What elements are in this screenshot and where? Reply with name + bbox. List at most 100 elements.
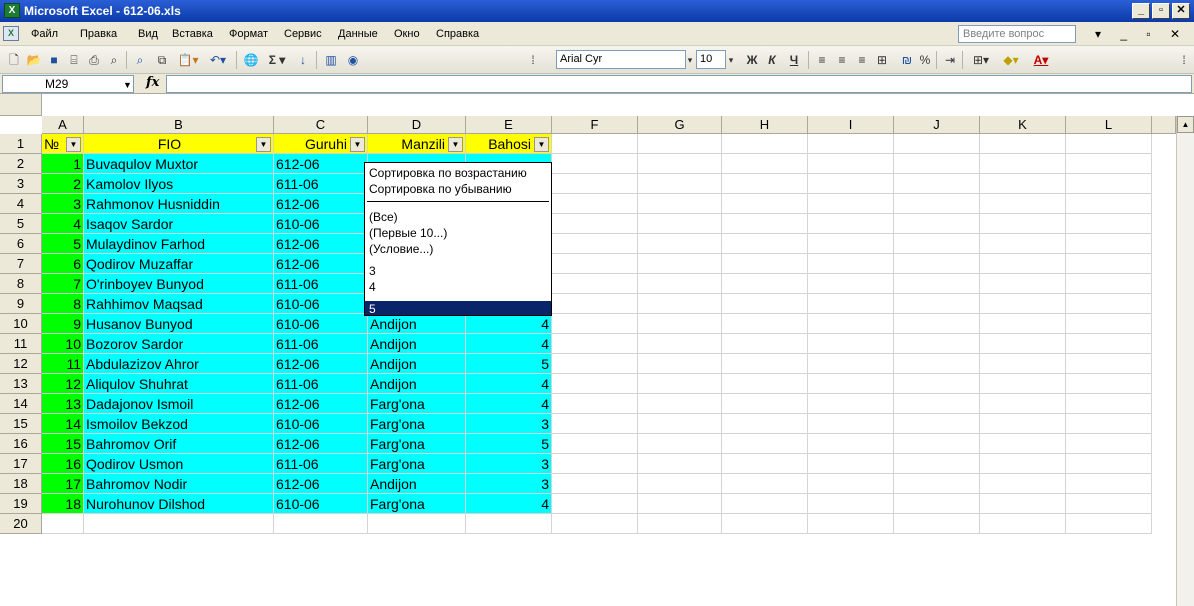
- cell-number[interactable]: 10: [42, 334, 84, 354]
- fill-color-icon[interactable]: ◆▾: [998, 51, 1024, 69]
- cell[interactable]: [894, 234, 980, 254]
- cell[interactable]: [722, 254, 808, 274]
- hyperlink-icon[interactable]: 🌐: [242, 51, 260, 69]
- cell-address[interactable]: Andijon: [368, 474, 466, 494]
- cell-address[interactable]: Farg'ona: [368, 434, 466, 454]
- cell-fio[interactable]: Qodirov Usmon: [84, 454, 274, 474]
- cell[interactable]: [1066, 474, 1152, 494]
- cell-address[interactable]: Farg'ona: [368, 494, 466, 514]
- help-icon[interactable]: ◉: [344, 51, 362, 69]
- indent-icon[interactable]: ⇥: [942, 51, 958, 69]
- cell[interactable]: [638, 334, 722, 354]
- cell-number[interactable]: 16: [42, 454, 84, 474]
- cell-address[interactable]: Andijon: [368, 374, 466, 394]
- column-header-g[interactable]: G: [638, 116, 722, 134]
- toolbar-options-icon[interactable]: ⁞: [526, 51, 540, 69]
- print-preview-icon[interactable]: ⌕: [106, 51, 122, 69]
- cell[interactable]: [552, 354, 638, 374]
- cell[interactable]: [1066, 334, 1152, 354]
- cell-grade[interactable]: 3: [466, 474, 552, 494]
- cell[interactable]: [1066, 354, 1152, 374]
- cell-fio[interactable]: Buvaqulov Muxtor: [84, 154, 274, 174]
- cell[interactable]: [1066, 134, 1152, 154]
- cell[interactable]: [894, 134, 980, 154]
- cell[interactable]: [808, 374, 894, 394]
- cell[interactable]: [552, 314, 638, 334]
- filter-option-5[interactable]: 5: [369, 301, 376, 315]
- column-header-l[interactable]: L: [1066, 116, 1152, 134]
- cell[interactable]: [274, 514, 368, 534]
- name-box-dropdown-icon[interactable]: ▼: [123, 80, 132, 90]
- column-header-j[interactable]: J: [894, 116, 980, 134]
- cell[interactable]: [638, 174, 722, 194]
- percent-icon[interactable]: %: [918, 51, 932, 69]
- cell[interactable]: [638, 274, 722, 294]
- copy-icon[interactable]: ⧉: [154, 51, 170, 69]
- cell[interactable]: [808, 414, 894, 434]
- cell[interactable]: [722, 294, 808, 314]
- cell[interactable]: [722, 374, 808, 394]
- cell[interactable]: [552, 414, 638, 434]
- autofilter-arrow-icon[interactable]: ▼: [448, 137, 463, 152]
- close-button[interactable]: ✕: [1172, 3, 1190, 19]
- bold-button[interactable]: Ж: [744, 51, 760, 69]
- cell[interactable]: [894, 274, 980, 294]
- cell-group[interactable]: 611-06: [274, 334, 368, 354]
- cell[interactable]: [808, 394, 894, 414]
- sort-ascending-icon[interactable]: ↓: [294, 51, 312, 69]
- cell[interactable]: [894, 414, 980, 434]
- cell[interactable]: [552, 134, 638, 154]
- cell[interactable]: [1066, 254, 1152, 274]
- cell[interactable]: [638, 294, 722, 314]
- cell[interactable]: [894, 454, 980, 474]
- cell-address[interactable]: Farg'ona: [368, 454, 466, 474]
- cell-group[interactable]: 610-06: [274, 414, 368, 434]
- cell[interactable]: [722, 194, 808, 214]
- cell[interactable]: [722, 214, 808, 234]
- cell-fio[interactable]: Mulaydinov Farhod: [84, 234, 274, 254]
- cell[interactable]: [638, 154, 722, 174]
- cell[interactable]: [368, 514, 466, 534]
- row-header-8[interactable]: 8: [0, 274, 42, 294]
- header-cell-manzili[interactable]: Manzili ▼: [368, 134, 466, 154]
- cell-group[interactable]: 612-06: [274, 474, 368, 494]
- cell-grade[interactable]: 3: [466, 414, 552, 434]
- cell[interactable]: [894, 354, 980, 374]
- minimize-button[interactable]: _: [1132, 3, 1150, 19]
- cell-fio[interactable]: Qodirov Muzaffar: [84, 254, 274, 274]
- cell[interactable]: [808, 274, 894, 294]
- cell[interactable]: [552, 254, 638, 274]
- vertical-scrollbar[interactable]: ▲: [1176, 116, 1194, 606]
- cell-group[interactable]: 612-06: [274, 194, 368, 214]
- toolbar-options-icon[interactable]: ⁞: [1178, 51, 1190, 69]
- cell-grade[interactable]: 4: [466, 314, 552, 334]
- cell[interactable]: [466, 514, 552, 534]
- chart-wizard-icon[interactable]: ▥: [322, 51, 340, 69]
- cell-number[interactable]: 8: [42, 294, 84, 314]
- header-cell-[interactable]: № ▼: [42, 134, 84, 154]
- cell[interactable]: [552, 494, 638, 514]
- cell-address[interactable]: Andijon: [368, 334, 466, 354]
- document-window-controls[interactable]: ▾ _ ▫ ✕: [1095, 27, 1188, 41]
- cell[interactable]: [980, 214, 1066, 234]
- cell[interactable]: [1066, 434, 1152, 454]
- cell[interactable]: [84, 514, 274, 534]
- align-center-icon[interactable]: ≡: [834, 51, 850, 69]
- menu-edit[interactable]: Правка: [80, 28, 117, 40]
- cell-group[interactable]: 612-06: [274, 354, 368, 374]
- cell[interactable]: [808, 334, 894, 354]
- autosum-icon[interactable]: Σ ▾: [264, 51, 290, 69]
- cell-group[interactable]: 611-06: [274, 374, 368, 394]
- cell[interactable]: [552, 174, 638, 194]
- menu-insert[interactable]: Вставка: [172, 28, 213, 40]
- cell[interactable]: [552, 154, 638, 174]
- cell[interactable]: [552, 234, 638, 254]
- cell[interactable]: [808, 434, 894, 454]
- cell[interactable]: [722, 414, 808, 434]
- row-header-1[interactable]: 1: [0, 134, 42, 154]
- cell[interactable]: [894, 474, 980, 494]
- cell[interactable]: [980, 254, 1066, 274]
- cell[interactable]: [980, 374, 1066, 394]
- name-box[interactable]: M29 ▼: [2, 75, 134, 93]
- cell-fio[interactable]: Kamolov Ilyos: [84, 174, 274, 194]
